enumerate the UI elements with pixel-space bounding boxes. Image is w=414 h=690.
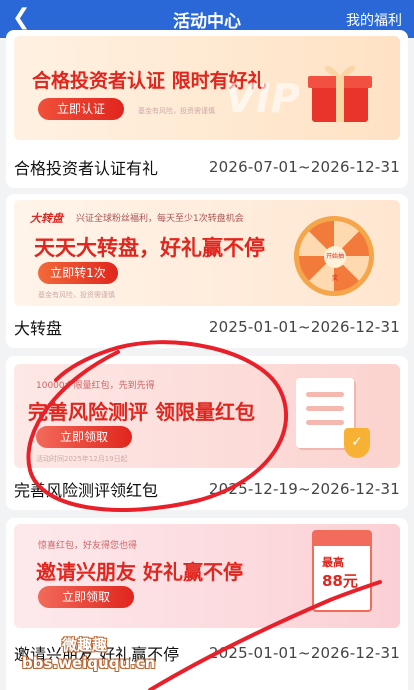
shield-check-icon: ✓ [344,428,370,458]
activity-footer: 合格投资者认证有礼 2026-07-01~2026-12-31 [14,156,400,178]
activity-name: 合格投资者认证有礼 [14,159,159,178]
activity-date: 2025-12-19~2026-12-31 [208,480,400,498]
chevron-left-icon[interactable]: ❮ [12,6,30,30]
activity-date: 2025-01-01~2026-12-31 [208,318,400,336]
verify-now-button[interactable]: 立即认证 [38,98,124,120]
red-packet-icon: 最高 88元 [312,530,372,612]
activity-date: 2026-07-01~2026-12-31 [208,158,400,176]
page-title: 活动中心 [173,11,241,32]
activity-name: 大转盘 [14,319,63,338]
activity-card[interactable]: 合格投资者认证 限时有好礼 立即认证 基金有风险，投资需谨慎 VIP 合格投资者… [6,30,408,188]
claim-now-button[interactable]: 立即领取 [36,426,132,448]
activity-date: 2025-01-01~2026-12-31 [208,644,400,662]
forum-watermark: 微趣趣 bbs.weiququ.cn [22,636,155,672]
banner-title: 邀请兴朋友 好礼赢不停 [36,560,243,584]
vip-watermark: VIP [224,76,300,122]
red-packet-label: 最高 [322,556,344,569]
checklist-line [306,406,344,411]
banner-subtitle: 兴证全球粉丝福利，每天至少1次转盘机会 [76,214,244,224]
banner-disclaimer: 基金有风险，投资需谨慎 [138,107,215,115]
activity-footer: 完善风险测评领红包 2025-12-19~2026-12-31 [14,478,400,500]
watermark-line-1: 微趣趣 [62,636,108,654]
wheel-start-label: 开始抽奖 [324,246,346,282]
banner-event-time: 活动时间2025年12月19日起 [36,455,128,463]
watermark-line-2: bbs.weiququ.cn [22,654,156,672]
prize-wheel-icon: 开始抽奖 [294,216,374,296]
banner-title: 天天大转盘，好礼赢不停 [34,235,265,260]
my-benefits-link[interactable]: 我的福利 [346,10,402,30]
banner-subtitle: 惊喜红包，好友得您也得 [38,541,138,551]
checklist-line [306,392,344,397]
activity-banner[interactable]: 惊喜红包，好友得您也得 邀请兴朋友 好礼赢不停 立即领取 最高 88元 [14,524,400,628]
banner-title: 完善风险测评 领限量红包 [28,400,255,424]
banner-brand: 大转盘 [30,212,63,225]
gift-box-icon [304,54,376,126]
banner-subtitle: 10000个限量红包，先到先得 [36,381,155,391]
red-packet-top [314,532,370,546]
activity-banner[interactable]: 大转盘 兴证全球粉丝福利，每天至少1次转盘机会 天天大转盘，好礼赢不停 立即转1… [14,200,400,306]
activity-footer: 大转盘 2025-01-01~2026-12-31 [14,316,400,338]
activity-banner[interactable]: 10000个限量红包，先到先得 完善风险测评 领限量红包 立即领取 活动时间20… [14,364,400,468]
red-packet-amount: 88元 [322,572,358,590]
activity-card[interactable]: 10000个限量红包，先到先得 完善风险测评 领限量红包 立即领取 活动时间20… [6,356,408,510]
checklist-line [306,420,344,425]
spin-once-button[interactable]: 立即转1次 [38,262,118,284]
activity-banner[interactable]: 合格投资者认证 限时有好礼 立即认证 基金有风险，投资需谨慎 VIP [14,36,400,140]
activity-name: 完善风险测评领红包 [14,481,159,500]
activity-card[interactable]: 大转盘 兴证全球粉丝福利，每天至少1次转盘机会 天天大转盘，好礼赢不停 立即转1… [6,194,408,348]
banner-disclaimer: 基金有风险，投资需谨慎 [38,291,115,299]
claim-now-button[interactable]: 立即领取 [38,586,134,608]
